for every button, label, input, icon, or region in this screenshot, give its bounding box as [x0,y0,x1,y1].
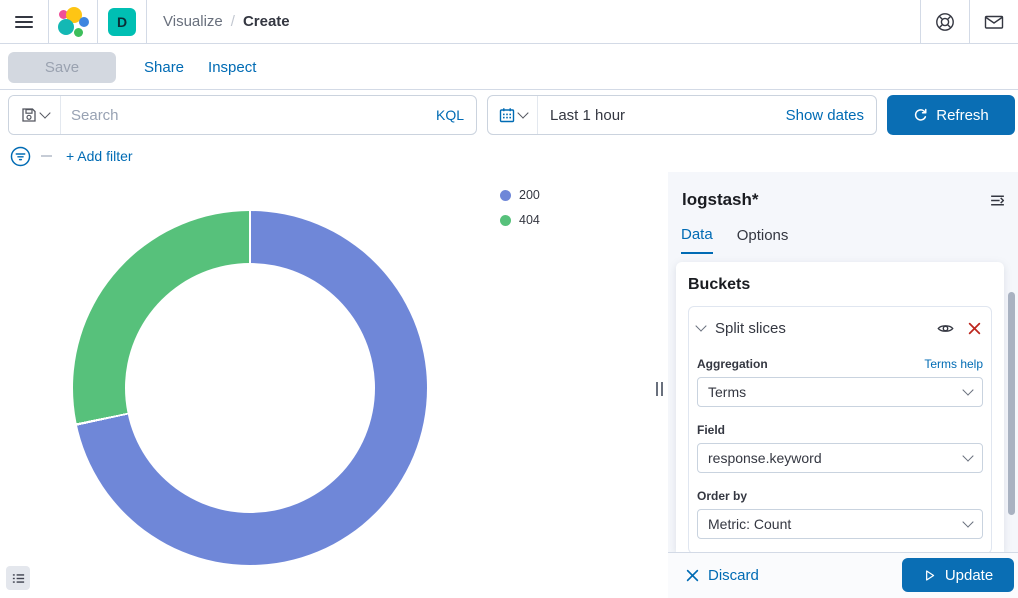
legend-toggle-button[interactable] [6,566,30,590]
collapse-panel-button[interactable] [985,188,1010,216]
tab-data[interactable]: Data [681,226,713,254]
bucket-name: Split slices [715,320,935,337]
elastic-home-button[interactable] [49,0,97,44]
legend-item-200[interactable]: 200 [500,188,540,202]
split-slices-header[interactable]: Split slices [697,313,983,343]
save-query-icon [21,107,37,123]
kql-syntax-button[interactable]: KQL [436,96,476,134]
date-quick-select-button[interactable] [488,96,538,134]
chevron-down-icon [962,516,973,527]
chevron-down-icon [962,384,973,395]
index-pattern-title: logstash* [682,190,759,210]
editor-footer: Discard Update [668,552,1018,598]
buckets-card: Buckets Split slices [676,262,1004,552]
tab-options[interactable]: Options [737,226,789,254]
play-icon [923,569,936,582]
hamburger-icon [15,13,33,31]
visualization-canvas: 200 404 [0,172,652,598]
chevron-down-icon [39,107,50,118]
date-picker: Last 1 hour Show dates [487,95,877,135]
panel-resize-handle[interactable] [650,172,668,598]
visualization-editor-panel: logstash* Data Options Buckets Split sli… [668,172,1018,598]
inspect-button[interactable]: Inspect [208,59,256,76]
refresh-icon [913,108,928,123]
eye-icon [937,320,954,337]
order-by-select[interactable]: Metric: Count [697,509,983,539]
legend-color-dot [500,190,511,201]
buckets-section-title: Buckets [688,276,992,294]
close-icon [968,322,981,335]
mail-icon [983,12,1005,32]
chevron-down-icon [695,320,706,331]
refresh-label: Refresh [936,107,989,124]
newsfeed-button[interactable] [970,0,1018,44]
filter-options-button[interactable] [8,144,33,169]
breadcrumb-visualize[interactable]: Visualize [163,13,223,30]
show-dates-button[interactable]: Show dates [786,107,864,124]
search-input[interactable] [61,96,436,134]
refresh-button[interactable]: Refresh [887,95,1015,135]
elastic-logo-icon [58,7,88,37]
list-icon [11,571,26,586]
save-button[interactable]: Save [8,52,116,83]
field-value: response.keyword [708,450,822,466]
breadcrumb-create: Create [243,13,290,30]
grip-icon [656,382,663,396]
filter-bar: + Add filter [0,140,133,172]
chevron-down-icon [517,107,528,118]
saved-query-menu-button[interactable] [9,96,61,134]
time-range-value[interactable]: Last 1 hour [550,107,625,124]
discard-button[interactable]: Discard [686,567,759,584]
lifebuoy-help-icon [935,12,955,32]
breadcrumb-separator: / [231,13,235,30]
legend-label: 404 [519,213,540,227]
visualize-action-bar: Save Share Inspect [0,45,1018,90]
field-label: Field [697,423,983,437]
update-label: Update [945,567,993,584]
chevron-down-icon [962,450,973,461]
add-filter-button[interactable]: + Add filter [66,148,133,164]
menu-button[interactable] [0,0,48,44]
chart-legend: 200 404 [500,188,540,238]
legend-label: 200 [519,188,540,202]
aggregation-label: Aggregation [697,357,768,371]
field-select[interactable]: response.keyword [697,443,983,473]
breadcrumb: Visualize / Create [163,13,290,30]
aggregation-select[interactable]: Terms [697,377,983,407]
help-button[interactable] [921,0,969,44]
remove-bucket-button[interactable] [966,320,983,337]
calendar-icon [499,107,515,123]
menu-right-icon [989,192,1006,209]
search-bar: KQL [8,95,477,135]
top-navigation-bar: D Visualize / Create [0,0,1018,44]
donut-chart[interactable] [73,211,427,565]
close-icon [686,569,699,582]
space-badge: D [108,8,136,36]
discard-label: Discard [708,567,759,584]
space-selector[interactable]: D [98,0,146,44]
terms-help-link[interactable]: Terms help [924,357,983,371]
editor-tabs: Data Options [681,226,788,254]
legend-item-404[interactable]: 404 [500,213,540,227]
update-button[interactable]: Update [902,558,1014,592]
aggregation-value: Terms [708,384,746,400]
filter-separator [41,155,52,157]
legend-color-dot [500,215,511,226]
query-bar: KQL Last 1 hour Show dates Refresh [0,90,1018,140]
order-by-label: Order by [697,489,983,503]
share-button[interactable]: Share [144,59,184,76]
filter-icon [10,146,31,167]
order-by-value: Metric: Count [708,516,791,532]
panel-scrollbar[interactable] [1008,292,1015,515]
divider [146,0,147,44]
toggle-visibility-button[interactable] [935,318,956,339]
split-slices-panel: Split slices Aggregation Terms help [688,306,992,552]
